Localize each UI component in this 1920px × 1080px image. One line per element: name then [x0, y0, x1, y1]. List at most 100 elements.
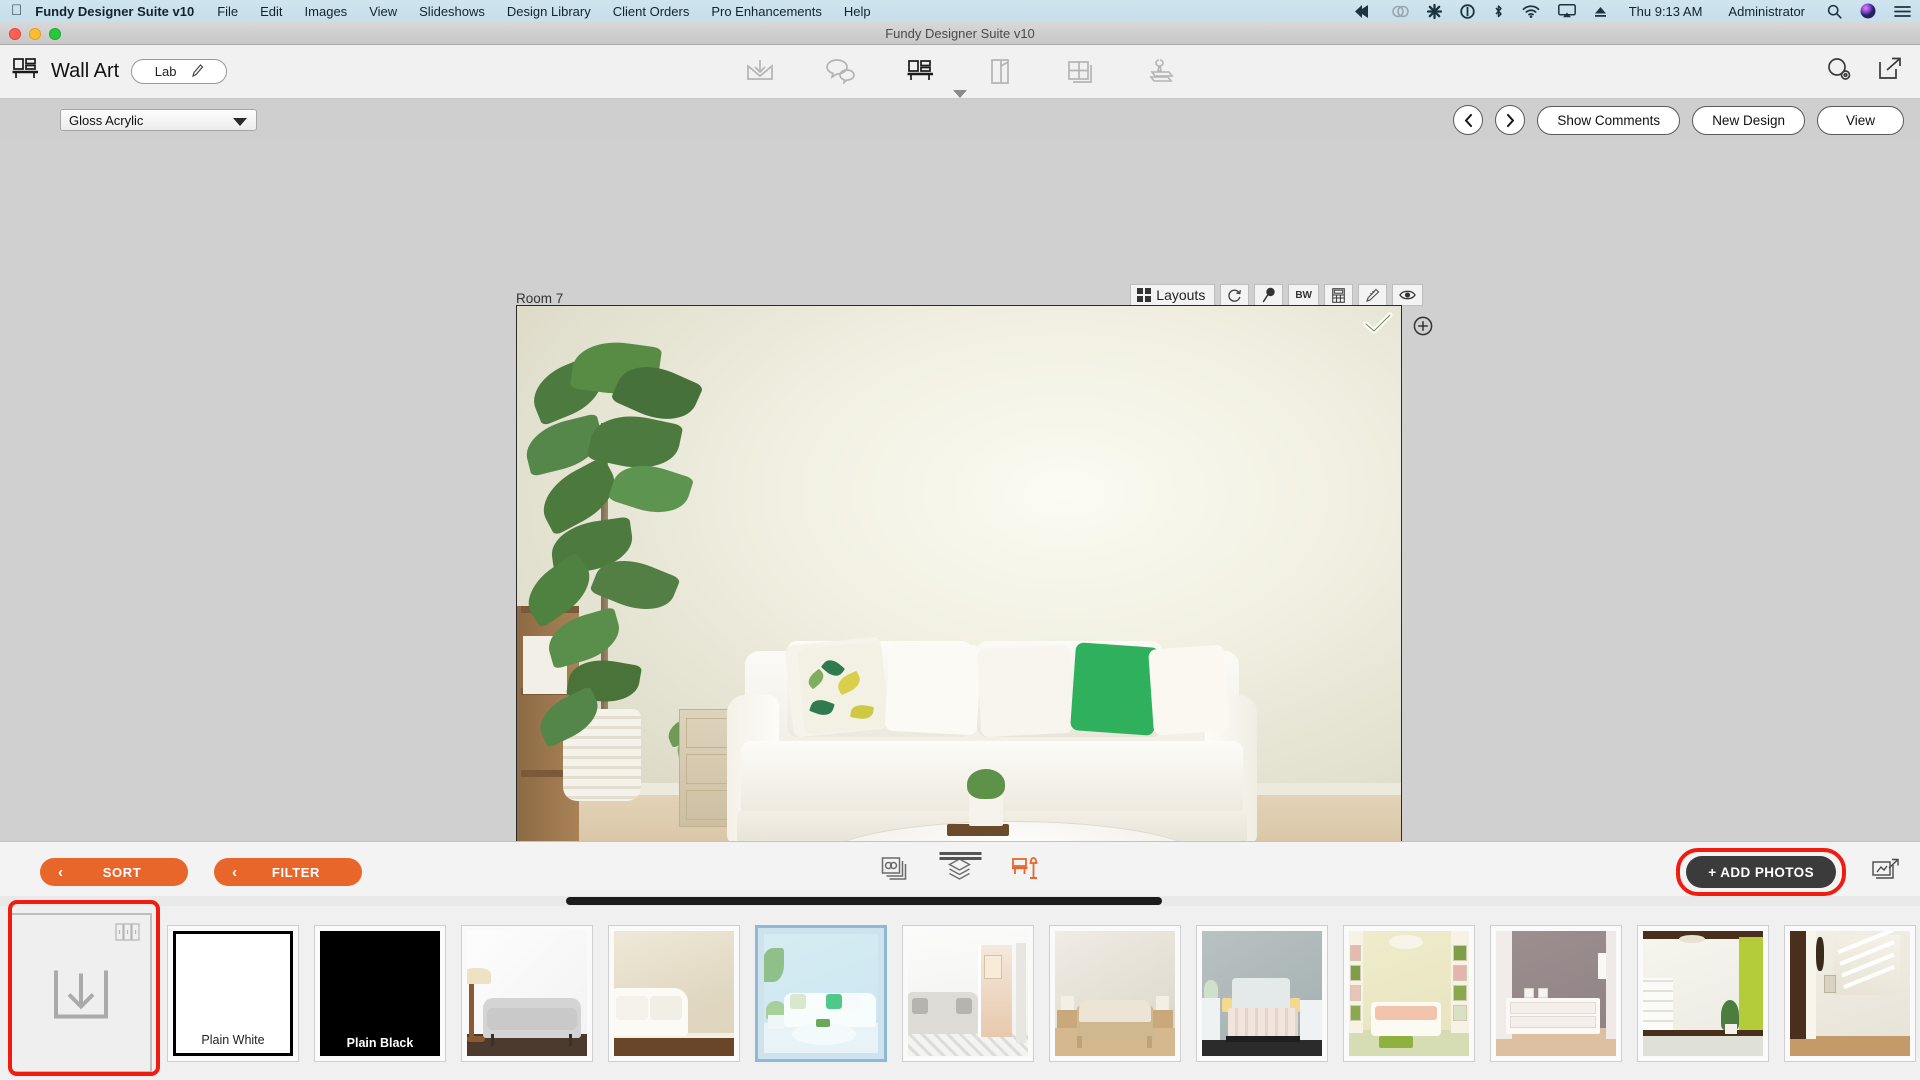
siri-icon[interactable] [1851, 3, 1885, 19]
pencil-icon[interactable] [191, 63, 204, 81]
menubar-app-name[interactable]: Fundy Designer Suite v10 [35, 4, 206, 19]
apple-logo-icon[interactable]:  [0, 3, 35, 18]
minimize-button[interactable] [29, 28, 41, 40]
settings-search-icon[interactable] [1826, 57, 1852, 86]
lab-selector[interactable]: Lab [131, 59, 228, 84]
menu-design-library[interactable]: Design Library [496, 4, 602, 19]
room-thumbnail-tray: Plain White Plain Black [0, 906, 1920, 1080]
bottom-toolbar: ‹ SORT ‹ FILTER + ADD PHOTOS [0, 841, 1920, 902]
tray-resize-handle[interactable] [939, 852, 981, 855]
bluetooth-icon[interactable] [1484, 4, 1513, 19]
maximize-button[interactable] [49, 28, 61, 40]
material-select-value: Gloss Acrylic [69, 112, 144, 128]
import-icon[interactable] [742, 53, 778, 89]
thumbnail-room-grey-sofa-lamp[interactable] [461, 924, 593, 1062]
thumb-image [764, 933, 878, 1053]
material-select[interactable]: Gloss Acrylic [60, 109, 257, 131]
menu-file[interactable]: File [206, 4, 249, 19]
menubar-user[interactable]: Administrator [1715, 4, 1818, 19]
view-button[interactable]: View [1816, 105, 1904, 135]
sub-toolbar-right: Show Comments New Design View [1453, 105, 1904, 135]
ruler-button[interactable] [1358, 284, 1387, 306]
wall-art-icon[interactable] [902, 53, 938, 89]
comments-icon[interactable] [822, 53, 858, 89]
thumbnail-room-stairs-green-wall[interactable] [1637, 924, 1769, 1062]
thumbnail-room-mauve-dresser[interactable] [1490, 924, 1622, 1062]
chevron-left-icon: ‹ [232, 863, 238, 881]
room-preview-image[interactable] [516, 305, 1402, 932]
stamp-icon[interactable] [1142, 53, 1178, 89]
photos-stack-icon[interactable] [881, 856, 908, 886]
thumb-image [908, 930, 1028, 1056]
thumbnail-label: Plain Black [346, 1035, 414, 1050]
canvas-area: Room 7 Layouts BW [0, 141, 1920, 932]
preview-eye-button[interactable] [1392, 284, 1423, 306]
export-icon[interactable] [1878, 57, 1902, 86]
scene-table-plant [967, 769, 1005, 799]
window-title: Fundy Designer Suite v10 [885, 25, 1035, 41]
thumbnail-room-hallway-stairs[interactable] [1784, 924, 1916, 1062]
menu-client-orders[interactable]: Client Orders [602, 4, 701, 19]
active-tool-caret-icon [953, 90, 967, 98]
room-label: Room 7 [516, 291, 564, 306]
tray-scrollbar-thumb[interactable] [566, 897, 1162, 905]
calculator-button[interactable] [1324, 284, 1353, 306]
menu-help[interactable]: Help [833, 4, 882, 19]
airplay-icon[interactable] [1549, 4, 1585, 18]
thumbnail-room-grey-bedroom[interactable] [1196, 924, 1328, 1062]
thumb-image [1202, 930, 1322, 1056]
tray-scrollbar-track[interactable] [0, 896, 1920, 906]
chevron-down-icon [233, 118, 247, 126]
new-design-button[interactable]: New Design [1692, 105, 1805, 135]
bw-button[interactable]: BW [1288, 284, 1319, 306]
room-scene-icon[interactable] [1012, 856, 1039, 886]
thumb-image: Plain White [173, 930, 293, 1056]
layout-icon[interactable] [1062, 53, 1098, 89]
wall-art-icon [12, 57, 39, 87]
rotate-button[interactable] [1220, 284, 1250, 306]
menu-pro-enhancements[interactable]: Pro Enhancements [700, 4, 833, 19]
scene-pillow-green [1070, 642, 1160, 736]
approved-checkmark-icon [1363, 312, 1393, 341]
menu-images[interactable]: Images [294, 4, 359, 19]
toolbar-right-icons [1826, 57, 1902, 86]
eject-icon[interactable] [1585, 5, 1616, 18]
thumbnail-room-beige-bedroom[interactable] [1049, 924, 1181, 1062]
control-center-icon[interactable] [1885, 5, 1920, 18]
close-button[interactable] [9, 28, 21, 40]
add-photos-button[interactable]: + ADD PHOTOS [1686, 856, 1836, 888]
asterisk-icon[interactable] [1418, 3, 1451, 19]
thumbnail-room-blue-living[interactable] [755, 924, 887, 1062]
add-photos-highlight: + ADD PHOTOS [1676, 848, 1846, 896]
import-room-tile[interactable] [10, 913, 152, 1073]
menu-slideshows[interactable]: Slideshows [408, 4, 496, 19]
thumbnail-plain-black[interactable]: Plain Black [314, 924, 446, 1062]
thumbnail-plain-white[interactable]: Plain White [167, 924, 299, 1062]
export-images-icon[interactable] [1872, 858, 1900, 887]
menu-edit[interactable]: Edit [249, 4, 293, 19]
menu-view[interactable]: View [358, 4, 408, 19]
download-icon [53, 968, 109, 1025]
creative-cloud-icon[interactable] [1383, 5, 1418, 18]
album-icon[interactable] [982, 53, 1018, 89]
thumbnail-room-kids-bedroom-green[interactable] [1343, 924, 1475, 1062]
filter-button[interactable]: ‹ FILTER [214, 858, 362, 886]
next-design-button[interactable] [1495, 105, 1526, 135]
bw-label: BW [1295, 289, 1312, 301]
show-comments-button[interactable]: Show Comments [1537, 105, 1681, 135]
wifi-icon[interactable] [1513, 4, 1549, 18]
thumb-image [1643, 930, 1763, 1056]
search-icon[interactable] [1818, 4, 1851, 19]
layouts-button[interactable]: Layouts [1130, 284, 1216, 306]
mac-menu-bar:  Fundy Designer Suite v10 File Edit Ima… [0, 0, 1920, 22]
pin-button[interactable] [1254, 284, 1284, 306]
menubar-clock[interactable]: Thu 9:13 AM [1616, 4, 1716, 19]
layers-icon[interactable] [948, 857, 972, 886]
fast-forward-icon[interactable] [1346, 4, 1383, 18]
plus-circle-icon[interactable] [1413, 316, 1433, 341]
power-circle-icon[interactable] [1451, 3, 1484, 19]
prev-design-button[interactable] [1453, 105, 1484, 135]
thumbnail-room-beige-white-sofa[interactable] [608, 924, 740, 1062]
thumbnail-room-white-sectional-doorway[interactable] [902, 924, 1034, 1062]
sort-button[interactable]: ‹ SORT [40, 858, 188, 886]
